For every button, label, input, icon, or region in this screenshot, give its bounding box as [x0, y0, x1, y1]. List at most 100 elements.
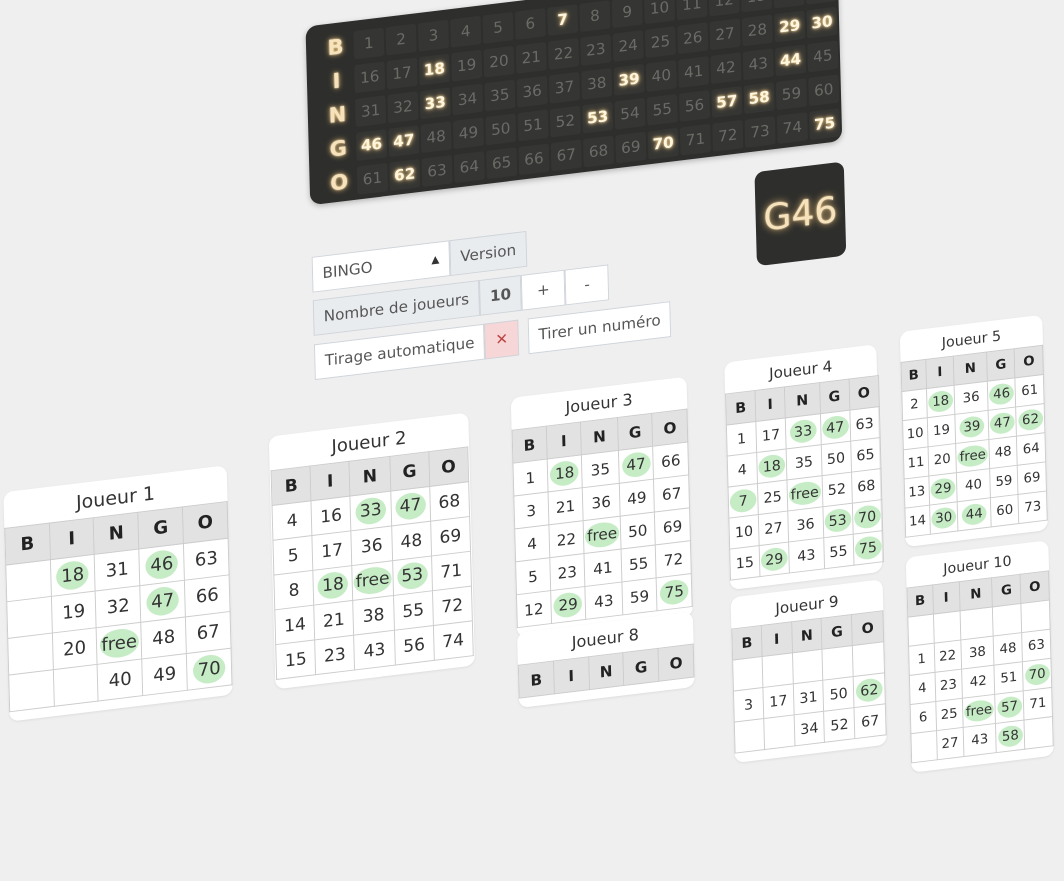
board-number: 31 — [355, 95, 387, 128]
card-cell: 52 — [821, 472, 852, 507]
card-column-header: G — [821, 614, 853, 650]
board-number: 2 — [385, 23, 417, 56]
card-cell: 18 — [313, 565, 353, 606]
card-column-header: N — [93, 512, 140, 555]
board-number: 35 — [484, 79, 516, 112]
player-card: Joueur 3 B I N G O 1 18 35 47 66 3 21 36 49 67 4 22 free 50… — [510, 376, 693, 638]
card-column-header: I — [545, 421, 582, 460]
card-cell: 63 — [183, 538, 230, 581]
card-cell: 22 — [548, 520, 585, 558]
board-number: 26 — [677, 22, 709, 55]
card-cell: 41 — [584, 549, 622, 587]
card-column-header: N — [349, 456, 391, 497]
card-cell: 65 — [850, 437, 881, 473]
card-column-header: N — [959, 577, 993, 611]
card-cell: 43 — [962, 723, 997, 757]
card-cell: 70 — [851, 499, 883, 535]
card-cell: 47 — [390, 486, 431, 526]
card-column-header: I — [755, 386, 786, 422]
card-cell — [907, 614, 934, 647]
board-number: 29 — [774, 10, 806, 43]
board-number: 16 — [354, 61, 386, 94]
card-column-header: G — [623, 648, 660, 686]
board-number: 49 — [452, 117, 485, 150]
card-cell: 31 — [793, 680, 825, 715]
board-number: 52 — [549, 105, 581, 138]
card-cell: 51 — [994, 661, 1024, 695]
card-column-header: B — [271, 465, 312, 506]
card-cell — [852, 641, 885, 677]
card-cell: 68 — [429, 481, 470, 522]
player-card: Joueur 5 B I N G O 2 18 36 46 61 10 19 39 47 62 11 20 free… — [899, 314, 1048, 548]
card-cell — [763, 714, 795, 750]
players-count: 10 — [479, 274, 523, 316]
board-number: 73 — [744, 116, 776, 148]
card-cell: 16 — [311, 496, 352, 536]
card-cell: 10 — [902, 417, 928, 450]
card-cell: 69 — [430, 516, 471, 557]
card-column-header: O — [1020, 570, 1050, 604]
card-column-header: I — [761, 621, 793, 657]
board-number: 32 — [387, 91, 419, 124]
card-cell: 44 — [957, 497, 992, 531]
board-number: 43 — [742, 48, 774, 81]
card-cell: 61 — [1015, 374, 1045, 407]
card-column-header: N — [791, 618, 823, 653]
card-cell: 47 — [140, 580, 186, 623]
card-cell: 4 — [909, 672, 936, 705]
card-cell: 19 — [50, 591, 97, 634]
card-cell: 59 — [989, 465, 1019, 498]
card-cell: 53 — [822, 503, 853, 538]
card-cell — [792, 649, 824, 684]
card-cell — [1024, 716, 1054, 750]
card-cell — [7, 633, 53, 676]
card-cell: 30 — [929, 501, 959, 535]
card-cell: 36 — [582, 483, 620, 521]
card-cell: 23 — [549, 553, 586, 591]
players-plus-button[interactable]: + — [521, 269, 566, 311]
card-column-header: I — [925, 356, 955, 389]
card-cell: 18 — [926, 385, 956, 418]
card-column-header: B — [907, 584, 934, 618]
draw-number-button[interactable]: Tirer un numéro — [527, 301, 672, 355]
card-cell — [959, 606, 994, 640]
board-number: 68 — [582, 135, 615, 168]
card-cell: 66 — [184, 574, 231, 617]
card-cell: 15 — [275, 639, 316, 680]
card-cell: 11 — [903, 446, 929, 479]
card-cell: free — [96, 622, 142, 665]
card-cell: 7 — [728, 483, 759, 519]
card-column-header: B — [731, 625, 762, 661]
card-column-header: O — [182, 501, 229, 544]
card-cell: 49 — [141, 653, 188, 696]
card-column-header: B — [518, 661, 555, 699]
card-cell: 36 — [954, 381, 988, 415]
card-column-header: B — [4, 523, 50, 566]
board-number: 63 — [421, 155, 453, 187]
card-column-header: B — [901, 359, 927, 392]
board-number: 60 — [808, 74, 840, 107]
player-card: Joueur 9 B I N G O 3 17 31 50 62 34 52 67 — [730, 579, 887, 764]
card-cell: 67 — [854, 703, 887, 739]
auto-draw-toggle[interactable]: ✕ — [484, 319, 520, 360]
card-cell: 1 — [908, 643, 935, 676]
board-number: 5 — [482, 11, 514, 44]
card-column-header: N — [953, 352, 988, 386]
players-minus-button[interactable]: - — [564, 264, 610, 306]
card-cell: 46 — [139, 543, 185, 586]
card-cell: 43 — [585, 582, 623, 620]
card-cell: 14 — [275, 605, 315, 645]
card-cell: 57 — [995, 690, 1025, 724]
board-number: 36 — [516, 75, 548, 108]
mode-select[interactable]: BINGO ▲▼ — [311, 240, 451, 300]
board-number: 10 — [643, 0, 676, 25]
card-cell: 23 — [934, 669, 963, 702]
card-column-header: G — [389, 451, 430, 492]
mode-select-value: BINGO — [322, 258, 373, 283]
card-cell: 67 — [185, 611, 232, 654]
card-cell: 49 — [619, 479, 655, 517]
card-cell — [761, 652, 794, 688]
board-number: 27 — [709, 18, 741, 51]
card-cell — [52, 664, 99, 707]
card-cell: 36 — [351, 525, 393, 566]
